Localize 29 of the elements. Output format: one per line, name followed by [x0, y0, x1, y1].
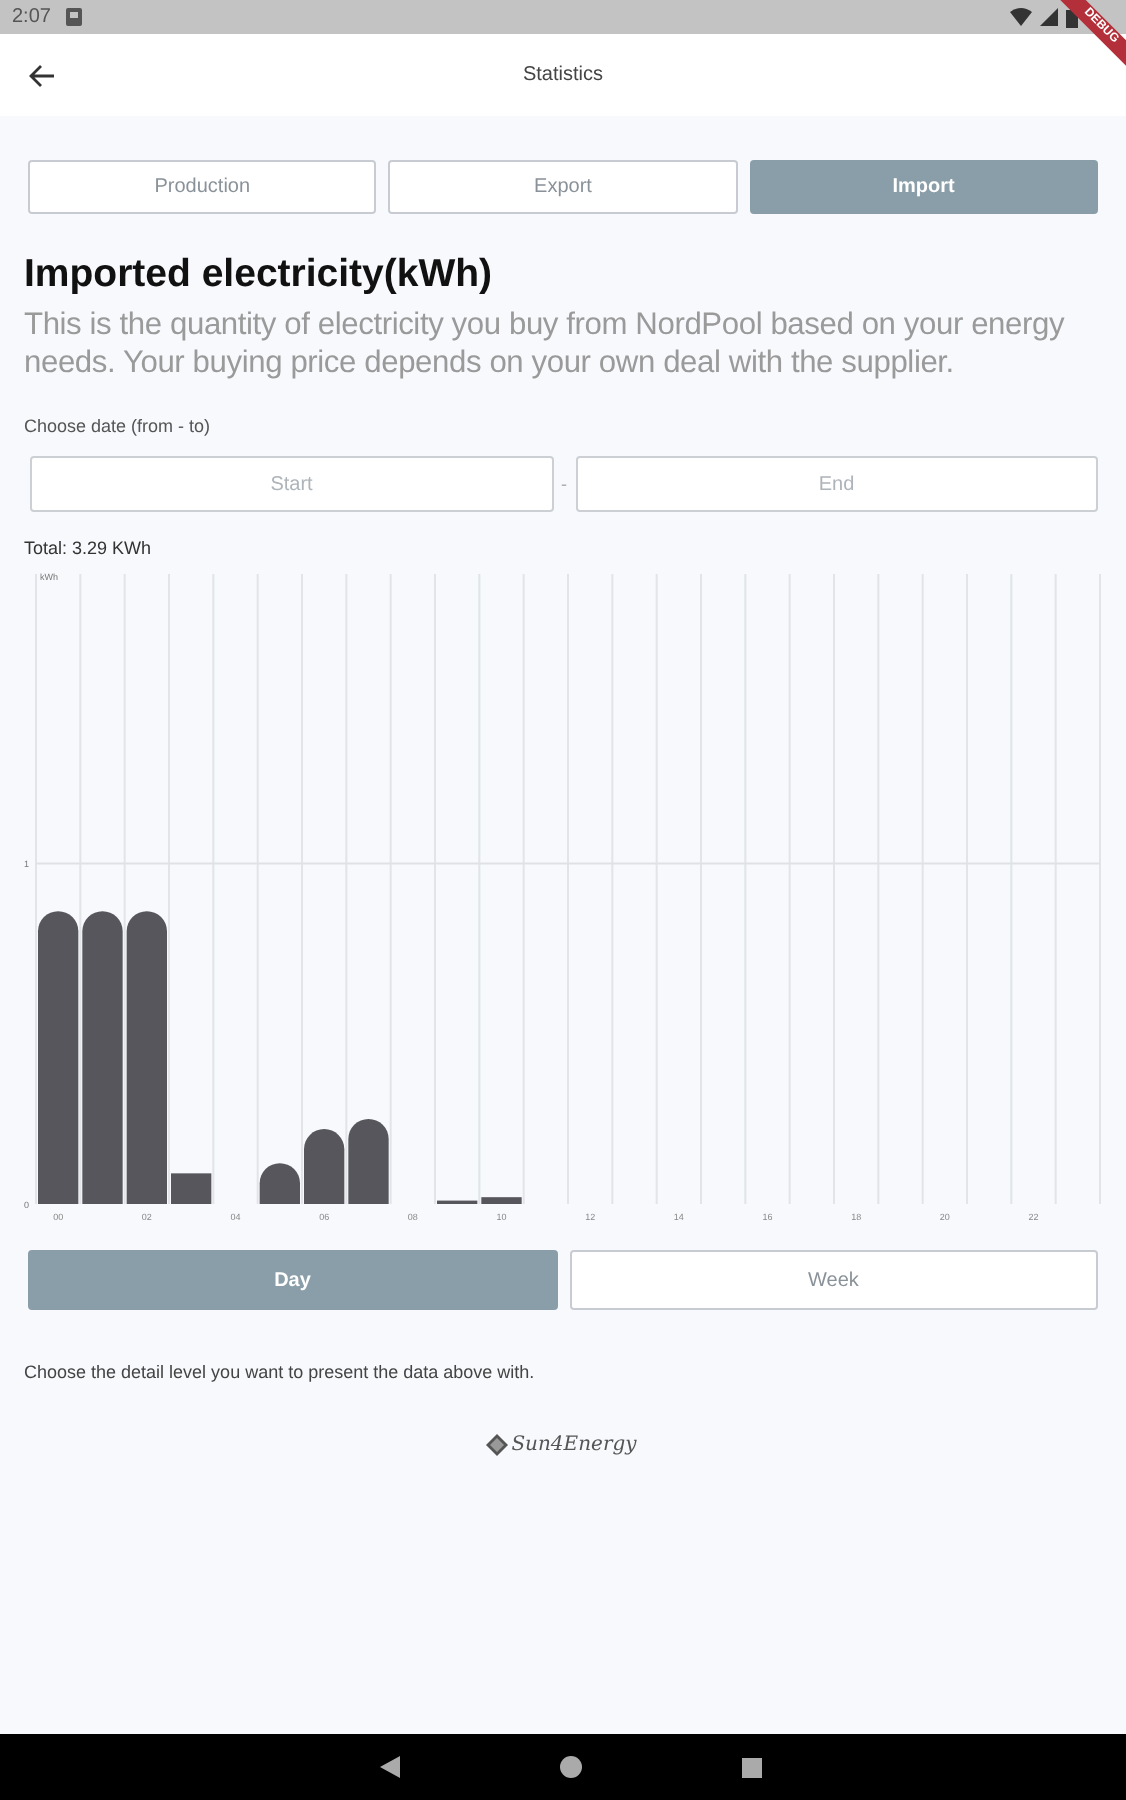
end-date-field[interactable]: End: [575, 456, 1098, 512]
start-date-field[interactable]: Start: [30, 456, 553, 512]
tab[interactable]: Production: [28, 160, 377, 214]
bar: [304, 1129, 345, 1204]
logo-icon: [485, 1434, 508, 1456]
description: This is the quantity of electricity you buy from NordPool based on your energy needs. Your buying price depends on your own deal with the supplier.: [24, 306, 1067, 382]
signal-icon: [1040, 8, 1058, 26]
bar: [259, 1163, 300, 1204]
total-label: Total: 3.29 KWh: [24, 538, 154, 558]
status-time: 2:07: [12, 6, 51, 28]
wifi-icon: [1010, 8, 1032, 26]
bar: [481, 1197, 522, 1204]
tab[interactable]: Export: [388, 160, 738, 214]
date-range-label: Choose date (from - to): [24, 416, 213, 436]
tab[interactable]: Import: [749, 160, 1098, 214]
recents-nav-icon[interactable]: [742, 1757, 762, 1777]
period-button[interactable]: Week: [569, 1250, 1098, 1310]
bar: [171, 1173, 212, 1204]
back-nav-icon[interactable]: [380, 1756, 400, 1778]
logo-text: Sun4Energy: [511, 1434, 637, 1456]
page-title: Statistics: [520, 64, 605, 86]
bar: [348, 1118, 389, 1204]
back-arrow-icon[interactable]: [28, 63, 56, 87]
heading: Imported electricity(kWh): [24, 252, 495, 298]
hint-text: Choose the detail level you want to present the data above with.: [24, 1362, 537, 1382]
date-separator: -: [561, 474, 567, 494]
period-button[interactable]: Day: [28, 1250, 557, 1310]
home-nav-icon[interactable]: [560, 1756, 582, 1778]
notification-icon: [66, 8, 83, 26]
